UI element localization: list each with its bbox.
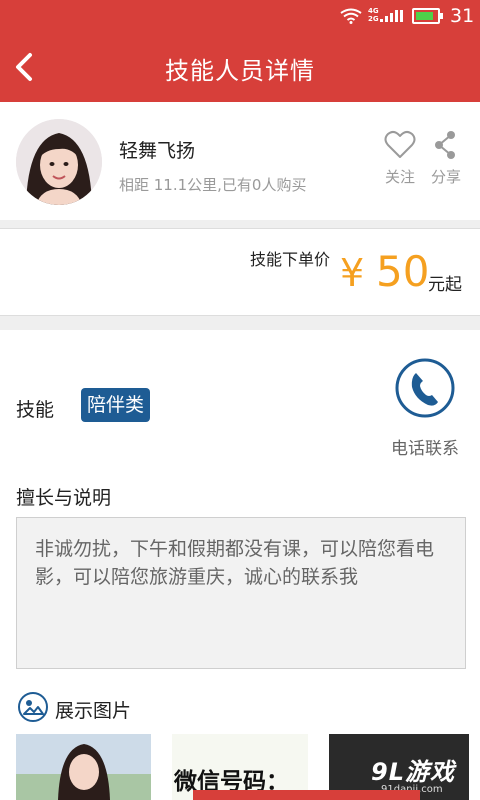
network-type: 4G 2G xyxy=(368,7,379,23)
price-label: 技能下单价 xyxy=(249,250,330,269)
phone-contact-button[interactable]: 电话联系 xyxy=(385,357,465,459)
image-icon xyxy=(18,692,48,722)
gallery-title: 展示图片 xyxy=(55,700,132,722)
follow-button[interactable]: 关注 xyxy=(380,130,420,187)
clock: 31 xyxy=(450,5,475,27)
description-title: 擅长与说明 xyxy=(16,487,112,509)
avatar-image xyxy=(16,119,102,205)
price-card: 技能下单价 ¥ 50 元起 xyxy=(0,228,480,316)
skill-tag: 陪伴类 xyxy=(81,388,151,422)
signal-icon xyxy=(380,10,403,22)
page-title: 技能人员详情 xyxy=(165,57,315,85)
wifi-icon xyxy=(340,8,362,24)
watermark-logo: 9L游戏 xyxy=(371,758,455,786)
share-icon xyxy=(435,131,455,159)
app-header: 技能人员详情 xyxy=(0,32,480,102)
share-button[interactable]: 分享 xyxy=(426,130,466,187)
photo-image xyxy=(16,734,151,800)
price-unit: 元起 xyxy=(428,275,462,295)
currency-symbol: ¥ xyxy=(340,251,365,295)
avatar[interactable] xyxy=(16,119,102,205)
description-text: 非诚勿扰，下午和假期都没有课，可以陪您看电影，可以陪您旅游重庆，诚心的联系我 xyxy=(16,517,466,669)
share-label: 分享 xyxy=(430,168,461,186)
bottom-accent-bar xyxy=(193,790,420,800)
gallery-image-1[interactable] xyxy=(16,734,151,800)
status-bar: 4G 2G 31 xyxy=(0,0,480,32)
phone-icon xyxy=(395,358,455,418)
user-meta: 相距 11.1公里,已有0人购买 xyxy=(119,176,307,194)
battery-icon xyxy=(412,8,443,24)
detail-section: 技能 陪伴类 电话联系 擅长与说明 非诚勿扰，下午和假期都没有课，可以陪您看电影… xyxy=(0,330,480,800)
battery-level xyxy=(416,12,433,20)
follow-label: 关注 xyxy=(384,168,415,186)
phone-label: 电话联系 xyxy=(391,439,459,459)
skill-label: 技能 xyxy=(16,399,55,421)
user-name: 轻舞飞扬 xyxy=(119,140,196,162)
price-value: 50 xyxy=(376,247,430,296)
profile-card: 轻舞飞扬 相距 11.1公里,已有0人购买 关注 分享 xyxy=(0,102,480,220)
heart-icon xyxy=(384,130,416,158)
